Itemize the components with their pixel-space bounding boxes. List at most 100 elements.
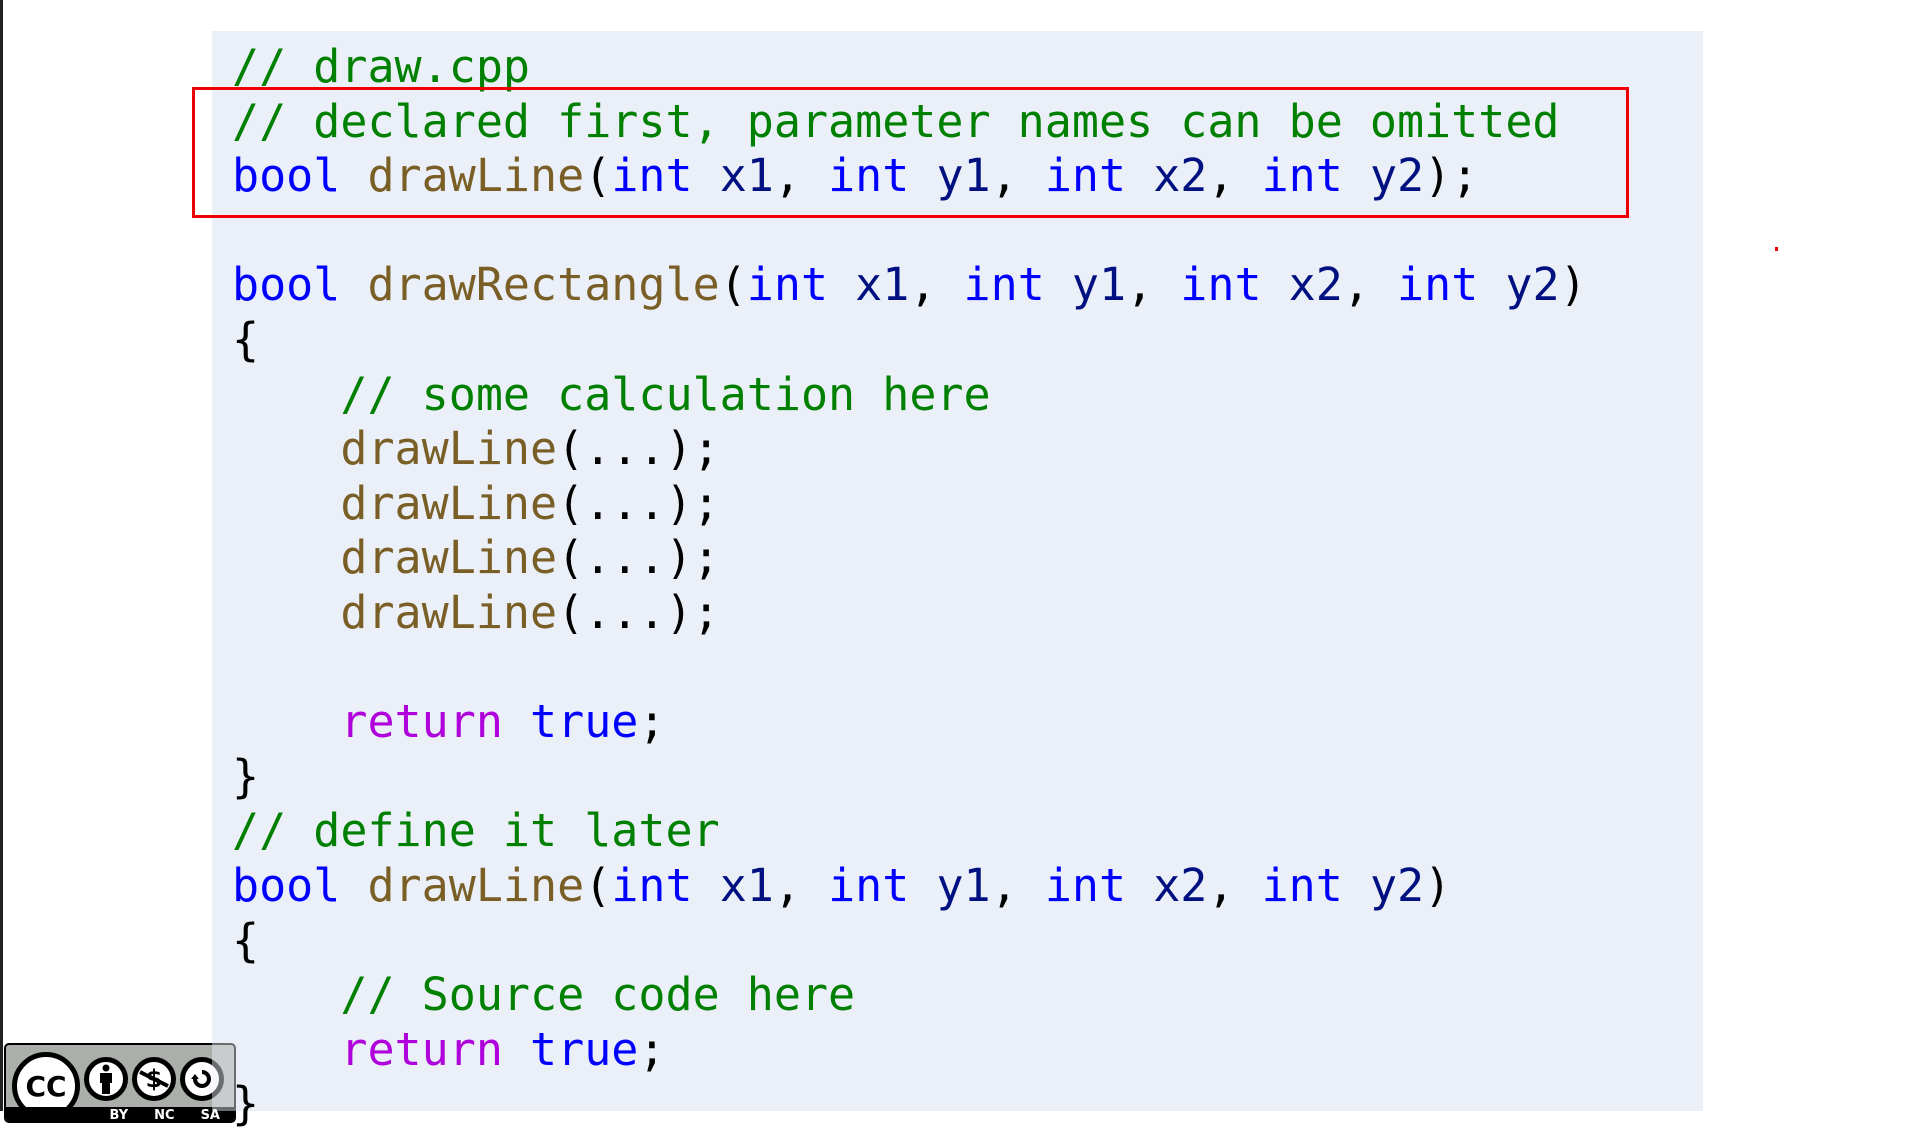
code-punctuation [503,1023,530,1076]
code-punctuation [340,859,367,912]
code-punctuation: ) [1424,858,1452,912]
code-punctuation [232,586,340,639]
code-identifier: y1 [936,858,991,912]
code-comment: // define it later [232,804,720,858]
code-punctuation [828,258,855,311]
code-punctuation [1126,859,1153,912]
code-identifier: y2 [1369,149,1425,203]
cc-badge-labels: BY NC SA [6,1107,234,1121]
code-line: bool drawRectangle( int x1, int y1, int x… [232,258,1587,313]
code-punctuation: ( [719,258,747,312]
code-keyword: bool [232,258,341,312]
code-punctuation: (...); [557,422,720,476]
code-punctuation [1126,149,1153,202]
code-function-name: drawLine [340,476,558,530]
code-punctuation [909,149,936,202]
code-comment: // some calculation here [340,367,991,421]
code-punctuation [693,149,720,202]
code-punctuation [1045,258,1072,311]
code-keyword: int [1044,149,1127,203]
code-punctuation: , [909,258,964,312]
code-line: bool drawLine(int x1, int y1, int x2, in… [232,859,1587,914]
cc-label-sa: SA [200,1108,220,1123]
cc-label-nc: NC [154,1108,175,1123]
code-keyword: true [530,695,639,749]
code-line: drawLine(...); [232,422,1587,477]
code-punctuation: ) [1559,258,1587,312]
code-keyword: bool [232,858,341,912]
code-line: } [232,1077,1587,1132]
code-function-name: drawLine [340,585,558,639]
code-control-keyword: return [340,695,503,749]
code-keyword: int [1180,258,1262,312]
code-punctuation: , [773,149,829,203]
code-punctuation [232,695,340,748]
code-line: drawLine(...); [232,477,1587,532]
cc-label-by: BY [109,1108,129,1123]
by-person-icon [84,1057,128,1101]
code-line: { [232,313,1587,368]
code-identifier: x1 [719,858,774,912]
code-identifier: x1 [719,149,774,203]
code-identifier: x2 [1153,149,1208,203]
code-punctuation: { [232,312,260,366]
code-punctuation: ( [584,149,612,203]
laser-pointer-dot [1775,247,1778,251]
code-punctuation: (...); [557,585,720,639]
code-keyword: int [828,858,910,912]
code-function-name: drawLine [340,422,558,476]
code-punctuation [693,859,720,912]
code-punctuation [232,477,340,530]
code-function-name: drawRectangle [367,258,720,312]
code-punctuation: , [990,149,1045,203]
code-keyword: int [963,258,1045,312]
code-punctuation [1343,859,1370,912]
code-punctuation: , [1342,258,1398,312]
code-punctuation: } [232,1077,260,1131]
code-line: } [232,750,1587,805]
code-punctuation: (...); [557,531,720,585]
code-keyword: bool [232,149,341,203]
code-comment: // declared first, parameter names can b… [232,94,1560,148]
code-punctuation [1343,149,1370,202]
code-punctuation: , [773,858,829,912]
code-line: return true; [232,1023,1587,1078]
code-keyword: int [1397,258,1479,312]
code-punctuation [232,531,340,584]
nc-no-dollar-icon: $ [132,1057,176,1101]
code-line: // define it later [232,804,1587,859]
code-identifier: x2 [1153,858,1208,912]
code-punctuation [232,968,340,1021]
code-function-name: drawLine [340,531,558,585]
code-punctuation: } [232,749,260,803]
code-identifier: x1 [855,258,910,312]
code-punctuation: ; [638,695,666,749]
code-line: { [232,914,1587,969]
code-keyword: int [611,149,693,203]
code-punctuation: , [990,858,1045,912]
code-punctuation: ( [584,858,612,912]
code-identifier: x2 [1288,258,1343,312]
code-line: drawLine(...); [232,586,1587,641]
code-punctuation [503,695,530,748]
code-punctuation: ; [638,1022,666,1076]
code-line: // declared first, parameter names can b… [232,95,1587,150]
code-listing: // draw.cpp// declared first, parameter … [232,40,1587,1132]
code-function-name: drawLine [367,149,585,203]
code-punctuation [1262,258,1289,311]
code-line: // Source code here [232,968,1587,1023]
code-punctuation: , [1207,858,1262,912]
code-line: return true; [232,695,1587,750]
code-comment: // draw.cpp [232,40,531,93]
code-line: // some calculation here [232,368,1587,423]
code-punctuation [232,368,340,421]
cc-license-badge[interactable]: CC $ BY NC SA [4,1043,236,1123]
code-punctuation: , [1207,149,1262,203]
code-punctuation [232,1023,340,1076]
code-identifier: y1 [1071,258,1127,312]
code-keyword: int [1044,858,1127,912]
code-punctuation [909,859,936,912]
code-keyword: int [1261,858,1343,912]
